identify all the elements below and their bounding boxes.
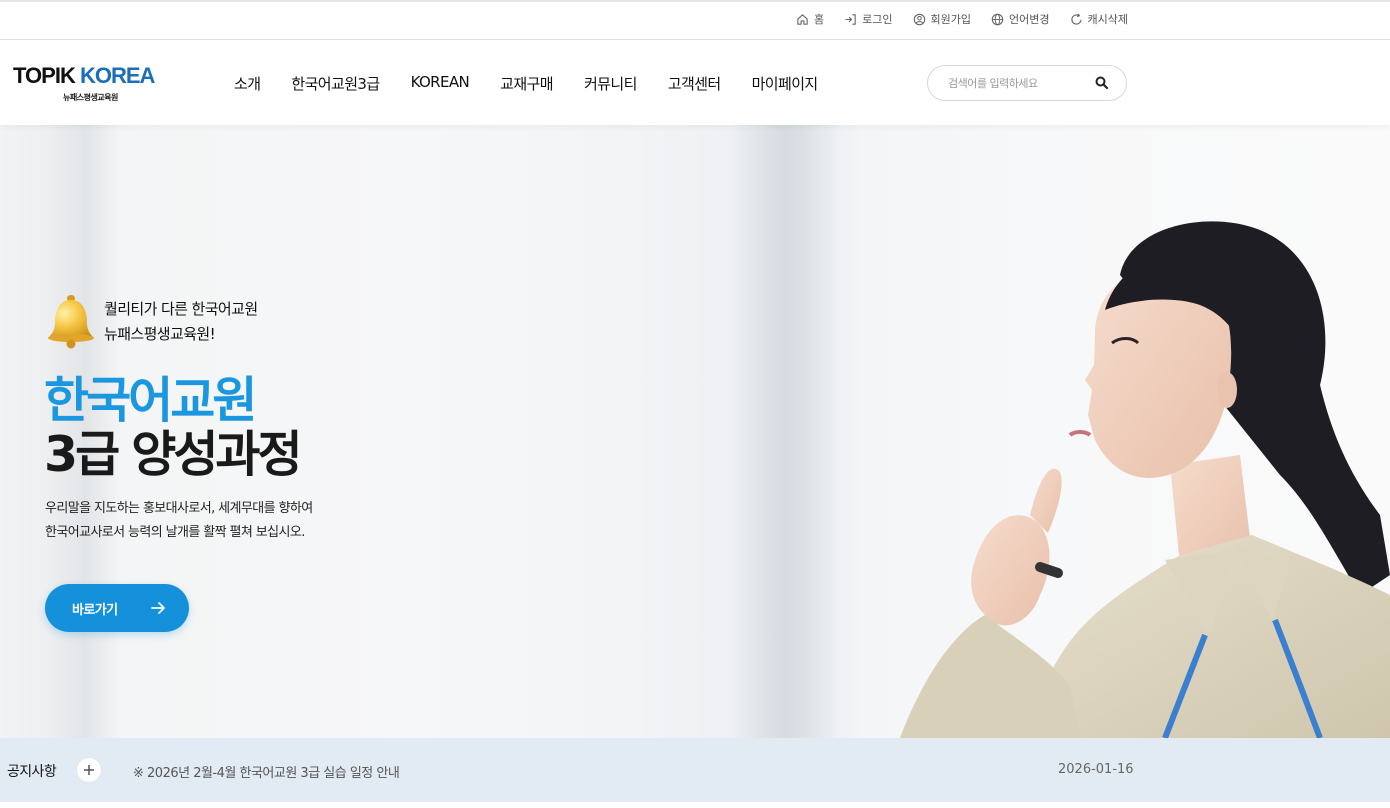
hero-description-line-1: 우리말을 지도하는 홍보대사로서, 세계무대를 향하여 xyxy=(45,501,313,516)
background-pillar xyxy=(730,125,840,738)
utility-links: 홈 로그인 회원가입 언어변경 캐시삭제 xyxy=(796,11,1128,27)
notice-title-link[interactable]: ※ 2026년 2월-4월 한국어교원 3급 실습 일정 안내 xyxy=(133,762,400,781)
clear-cache-link-label: 캐시삭제 xyxy=(1087,13,1128,26)
nav-item-teacher-course[interactable]: 한국어교원3급 xyxy=(291,73,380,94)
logo-topik-text: TOPIK xyxy=(13,63,76,88)
language-link-label: 언어변경 xyxy=(1009,13,1050,26)
hero-description: 우리말을 지도하는 홍보대사로서, 세계무대를 향하여 한국어교사로서 능력의 … xyxy=(45,497,313,545)
refresh-icon xyxy=(1070,13,1082,25)
site-logo[interactable]: TOPIK KOREA 뉴패스평생교육원 xyxy=(13,63,155,104)
login-icon xyxy=(845,13,856,25)
hero-banner: 퀄리티가 다른 한국어교원 뉴패스평생교육원! 한국어교원 3급 양성과정 우리… xyxy=(0,125,1390,738)
signup-link-label: 회원가입 xyxy=(930,13,972,26)
hero-tagline-line-1: 퀄리티가 다른 한국어교원 xyxy=(104,300,258,318)
hero-tagline: 퀄리티가 다른 한국어교원 뉴패스평생교육원! xyxy=(46,293,258,351)
nav-item-korean[interactable]: KOREAN xyxy=(411,73,470,94)
bell-icon xyxy=(48,295,94,349)
hero-person-image xyxy=(900,221,1390,738)
hero-title-line-2: 3급 양성과정 xyxy=(44,426,303,483)
arrow-right-icon xyxy=(151,602,165,614)
notice-bar: 공지사항 ※ 2026년 2월-4월 한국어교원 3급 실습 일정 안내 202… xyxy=(0,738,1390,802)
utility-bar: 홈 로그인 회원가입 언어변경 캐시삭제 xyxy=(0,0,1390,40)
nav-item-textbook[interactable]: 교재구매 xyxy=(500,73,553,94)
go-button[interactable]: 바로가기 xyxy=(45,584,189,632)
nav-item-intro[interactable]: 소개 xyxy=(234,73,261,94)
search-box xyxy=(927,65,1127,101)
go-button-label: 바로가기 xyxy=(72,602,118,618)
main-nav: 소개 한국어교원3급 KOREAN 교재구매 커뮤니티 고객센터 마이페이지 xyxy=(234,73,849,94)
hero-description-line-2: 한국어교사로서 능력의 날개를 활짝 펼쳐 보십시오. xyxy=(45,525,305,540)
login-link[interactable]: 로그인 xyxy=(844,11,893,27)
home-link[interactable]: 홈 xyxy=(796,11,824,27)
nav-item-mypage[interactable]: 마이페이지 xyxy=(752,73,819,94)
login-link-label: 로그인 xyxy=(862,13,893,26)
user-circle-icon xyxy=(913,13,925,25)
hero-tagline-text: 퀄리티가 다른 한국어교원 뉴패스평생교육원! xyxy=(104,297,258,347)
hero-title-line-1: 한국어교원 xyxy=(44,372,257,429)
plus-icon xyxy=(84,765,94,775)
signup-link[interactable]: 회원가입 xyxy=(913,11,971,27)
bottom-divider xyxy=(0,802,1390,808)
notice-label: 공지사항 xyxy=(7,764,57,780)
notice-more-button[interactable] xyxy=(76,757,102,783)
logo-wordmark: TOPIK KOREA xyxy=(13,63,155,88)
language-link[interactable]: 언어변경 xyxy=(991,11,1050,27)
hero-tagline-line-2: 뉴패스평생교육원! xyxy=(104,325,216,343)
home-icon xyxy=(797,13,808,25)
search-icon[interactable] xyxy=(1094,75,1110,91)
clear-cache-link[interactable]: 캐시삭제 xyxy=(1070,11,1128,27)
nav-item-support[interactable]: 고객센터 xyxy=(668,73,721,94)
logo-subtitle: 뉴패스평생교육원 xyxy=(63,93,118,102)
nav-item-community[interactable]: 커뮤니티 xyxy=(584,73,637,94)
globe-icon xyxy=(991,13,1004,25)
home-link-label: 홈 xyxy=(814,13,825,26)
main-header: TOPIK KOREA 뉴패스평생교육원 소개 한국어교원3급 KOREAN 교… xyxy=(0,40,1390,125)
search-input[interactable] xyxy=(948,74,1098,92)
notice-date: 2026-01-16 xyxy=(1058,762,1134,777)
logo-korea-text: KOREA xyxy=(74,63,155,88)
